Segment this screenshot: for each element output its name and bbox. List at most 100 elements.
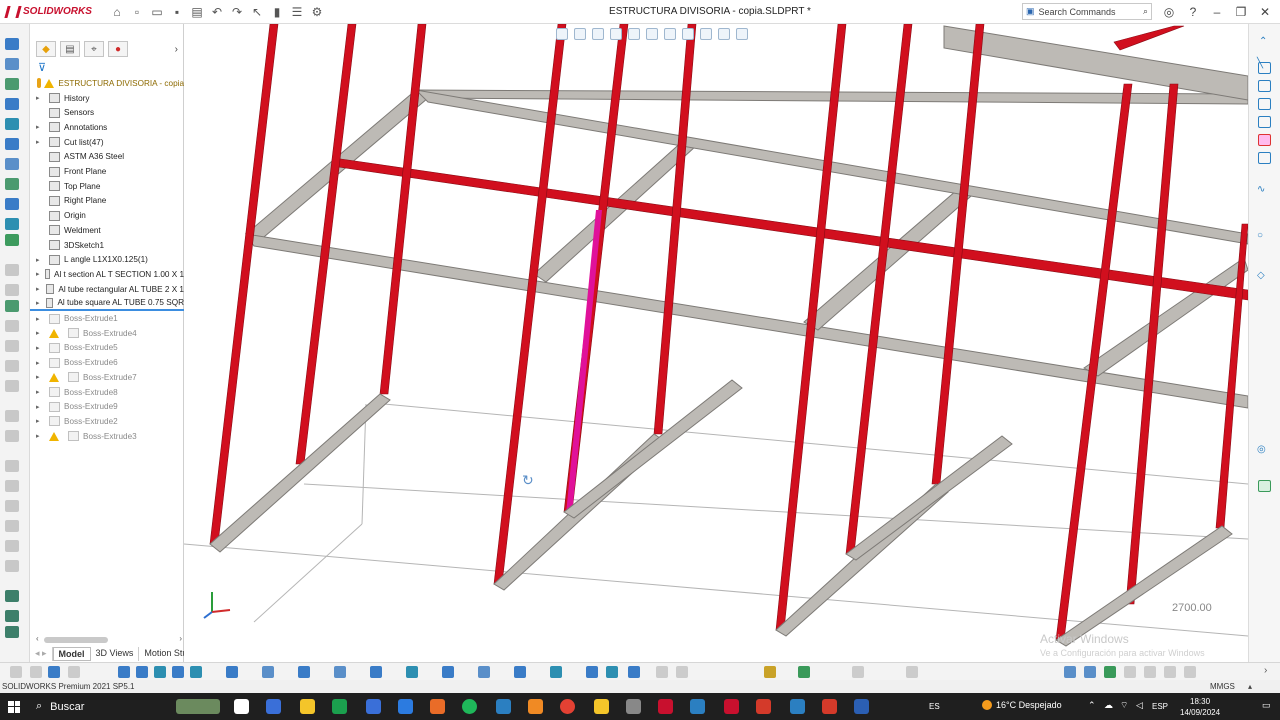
polygon-bottom-icon[interactable]: [226, 666, 238, 678]
firefox-app-icon[interactable]: [430, 699, 445, 714]
tab-model[interactable]: Model: [52, 647, 91, 661]
tree-item[interactable]: ▸ Al tube rectangular AL TUBE 2 X 1: [30, 282, 184, 296]
minimize-icon[interactable]: –: [1208, 3, 1226, 21]
red-column-members[interactable]: [209, 24, 1248, 641]
home-icon[interactable]: ⌂: [108, 3, 126, 21]
tree-item[interactable]: ▸ L angle L1X1X0.125(1): [30, 253, 184, 267]
cloud-icon[interactable]: ☁: [1104, 700, 1113, 711]
calculator-app-icon[interactable]: [496, 699, 511, 714]
photos-app-icon[interactable]: [690, 699, 705, 714]
rectangle-bottom-icon[interactable]: [136, 666, 148, 678]
feature-manager-tab-icon[interactable]: ◆: [36, 41, 56, 57]
display-tools-icon[interactable]: [5, 626, 19, 638]
expand-arrow-icon[interactable]: ▸: [36, 344, 44, 352]
tree-item[interactable]: Weldment: [30, 223, 184, 237]
tree-item[interactable]: ▸ Boss-Extrude5: [30, 341, 184, 355]
notifications-icon[interactable]: ▭: [1262, 700, 1271, 711]
sketch-icon[interactable]: [5, 58, 19, 70]
sketch-tools-icon[interactable]: [5, 590, 19, 602]
folder-app-icon[interactable]: [594, 699, 609, 714]
move-bottom-icon[interactable]: [478, 666, 490, 678]
expand-arrow-icon[interactable]: ▸: [36, 403, 44, 411]
hide-show-items-icon[interactable]: [682, 28, 694, 40]
save-icon[interactable]: ▪: [168, 3, 186, 21]
circle-bottom-icon[interactable]: [172, 666, 184, 678]
sketch-active-icon[interactable]: [5, 234, 19, 246]
expand-arrow-icon[interactable]: ▸: [36, 138, 44, 146]
weld-bead-bottom-icon[interactable]: [764, 666, 776, 678]
keyboard-language[interactable]: ESP: [1152, 702, 1168, 711]
expand-arrow-icon[interactable]: ▸: [36, 285, 41, 293]
tree-item[interactable]: ▸ Annotations: [30, 120, 184, 134]
search-highlight-image[interactable]: [176, 699, 220, 714]
word-app-icon[interactable]: [854, 699, 869, 714]
dynamic-annotation-icon[interactable]: [628, 28, 640, 40]
system-clock[interactable]: 18:30 14/09/2024: [1180, 696, 1220, 718]
store-app-icon[interactable]: [398, 699, 413, 714]
zoom-to-fit-icon[interactable]: [556, 28, 568, 40]
view-tools-icon[interactable]: [5, 610, 19, 622]
dimension-label[interactable]: 2700.00: [1172, 602, 1212, 614]
line-tool-icon[interactable]: ╲: [1257, 58, 1263, 69]
rapid-sketch-bottom-icon[interactable]: [606, 666, 618, 678]
render-tools-icon[interactable]: [5, 178, 19, 190]
pdf-app-icon[interactable]: [822, 699, 837, 714]
options-gear-icon[interactable]: ⚙: [308, 3, 326, 21]
quick-snaps-bottom-icon[interactable]: [586, 666, 598, 678]
expand-arrow-icon[interactable]: ▸: [36, 388, 44, 396]
tray-arrow-icon[interactable]: ⌃: [1088, 700, 1096, 711]
tree-item[interactable]: Top Plane: [30, 179, 184, 193]
chrome-app-icon[interactable]: [560, 699, 575, 714]
repair-bottom-icon[interactable]: [550, 666, 562, 678]
tree-item[interactable]: ▸ Boss-Extrude1: [30, 312, 184, 326]
file-explorer-icon[interactable]: [1258, 98, 1271, 110]
tree-item[interactable]: ▸ Boss-Extrude7: [30, 370, 184, 384]
addins-icon[interactable]: [5, 218, 19, 230]
search-icon[interactable]: ⌕: [1143, 6, 1148, 17]
weldments-icon[interactable]: [5, 98, 19, 110]
tree-item[interactable]: ▸ Al tube square AL TUBE 0.75 SQR: [30, 297, 184, 311]
select-tool-icon[interactable]: [48, 666, 60, 678]
offset-bottom-icon[interactable]: [370, 666, 382, 678]
expand-arrow-icon[interactable]: ▸: [36, 359, 44, 367]
tab-3d-views[interactable]: 3D Views: [91, 647, 140, 661]
evaluate-icon[interactable]: [5, 138, 19, 150]
expand-arrow-icon[interactable]: ▸: [36, 329, 44, 337]
structure-member-icon[interactable]: [5, 300, 19, 312]
file-properties-icon[interactable]: ☰: [288, 3, 306, 21]
unit-system-button[interactable]: MMGS: [1210, 682, 1235, 691]
features-icon[interactable]: [5, 38, 19, 50]
chevron-right-icon[interactable]: ›: [1264, 665, 1267, 676]
view-orientation-icon[interactable]: [646, 28, 658, 40]
expand-arrow-icon[interactable]: ▸: [36, 299, 41, 307]
new-document-icon[interactable]: ▫: [128, 3, 146, 21]
previous-view-icon[interactable]: [592, 28, 604, 40]
mirror-bottom-icon[interactable]: [406, 666, 418, 678]
print-icon[interactable]: ▤: [188, 3, 206, 21]
configuration-manager-tab-icon[interactable]: ⌖: [84, 41, 104, 57]
line-bottom-icon[interactable]: [118, 666, 130, 678]
expand-arrow-icon[interactable]: ▸: [36, 373, 44, 381]
vlc-app-icon[interactable]: [528, 699, 543, 714]
expand-arrow-icon[interactable]: ▸: [36, 123, 44, 131]
select-arrow-icon[interactable]: ↖: [248, 3, 266, 21]
edit-appearance-icon[interactable]: [700, 28, 712, 40]
surfaces-icon[interactable]: [5, 78, 19, 90]
close-icon[interactable]: ✕: [1256, 3, 1274, 21]
custom-properties-icon[interactable]: [1258, 152, 1271, 164]
pin-icon[interactable]: ⌃: [1259, 36, 1267, 47]
tree-item[interactable]: ▸ Cut list(47): [30, 135, 184, 149]
view-palette-icon[interactable]: [1258, 116, 1271, 128]
search-commands-input[interactable]: ▣ Search Commands ⌕: [1022, 3, 1152, 20]
explorer-app-icon[interactable]: [300, 699, 315, 714]
tree-item[interactable]: ASTM A36 Steel: [30, 150, 184, 164]
rebuild-icon[interactable]: ▮: [268, 3, 286, 21]
filter-icon[interactable]: ⊽: [38, 61, 46, 74]
tree-item[interactable]: ▸ Boss-Extrude6: [30, 356, 184, 370]
tree-root[interactable]: ESTRUCTURA DIVISORIA - copia: [30, 76, 184, 90]
acrobat-app-icon[interactable]: [724, 699, 739, 714]
tree-item[interactable]: Sensors: [30, 106, 184, 120]
spline-bottom-icon[interactable]: [262, 666, 274, 678]
tree-item[interactable]: ▸ History: [30, 91, 184, 105]
tree-item[interactable]: Front Plane: [30, 165, 184, 179]
